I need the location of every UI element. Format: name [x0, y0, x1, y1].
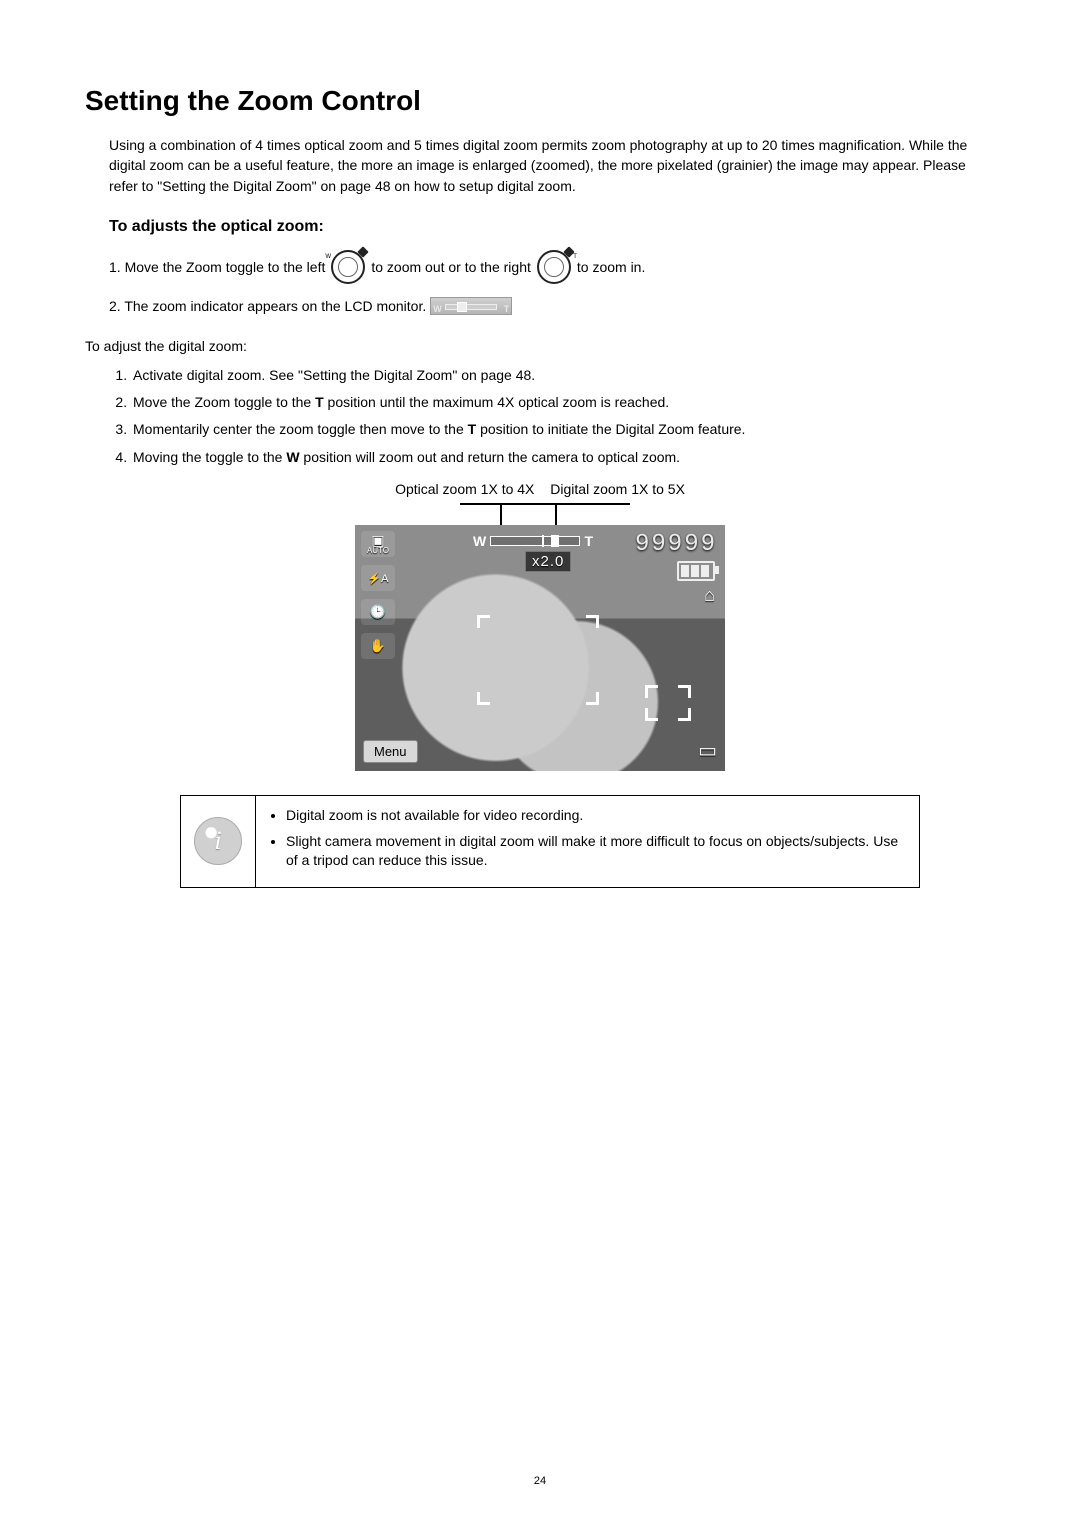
auto-label: AUTO: [367, 546, 389, 555]
zoom-dial-right-icon: T: [537, 250, 571, 284]
zoom-t-label: T: [584, 533, 593, 549]
face-detect-box-icon: [647, 687, 689, 719]
note-box: i Digital zoom is not available for vide…: [180, 795, 920, 888]
page-number: 24: [0, 1475, 1080, 1487]
mini-w: W: [433, 300, 442, 315]
page-title: Setting the Zoom Control: [85, 85, 995, 117]
note-item-1: Digital zoom is not available for video …: [286, 806, 905, 826]
step1-text-a: 1. Move the Zoom toggle to the left: [109, 253, 325, 281]
digital-steps-list: Activate digital zoom. See "Setting the …: [109, 362, 995, 471]
info-note-icon: i: [194, 817, 242, 865]
digital-step-1: Activate digital zoom. See "Setting the …: [131, 362, 995, 389]
stabilizer-off-icon: ✋: [361, 633, 395, 659]
lcd-left-icon-column: ▣ AUTO ⚡A 🕒 ✋: [361, 531, 395, 659]
zoom-dial-left-icon: W: [331, 250, 365, 284]
dial-t-label: T: [573, 254, 577, 260]
step2-text-a: 2. The zoom indicator appears on the LCD…: [109, 292, 426, 320]
optical-step-1: 1. Move the Zoom toggle to the left W to…: [109, 250, 995, 284]
step1-text-b: to zoom out or to the right: [371, 253, 531, 281]
digital-step-4: Moving the toggle to the W position will…: [131, 444, 995, 471]
zoom-range-labels: Optical zoom 1X to 4X Digital zoom 1X to…: [85, 481, 995, 497]
optical-step-2: 2. The zoom indicator appears on the LCD…: [109, 292, 995, 320]
lcd-zoom-bar: W T: [473, 535, 593, 547]
digital-step-3: Momentarily center the zoom toggle then …: [131, 416, 995, 443]
dial-w-label: W: [325, 254, 331, 260]
optical-zoom-heading: To adjusts the optical zoom:: [109, 218, 995, 236]
note-item-2: Slight camera movement in digital zoom w…: [286, 832, 905, 871]
self-timer-off-icon: 🕒: [361, 599, 395, 625]
zoom-multiplier-badge: x2.0: [525, 551, 571, 572]
memory-card-icon: ⌂: [704, 585, 715, 606]
optical-range-label: Optical zoom 1X to 4X: [395, 481, 534, 497]
remaining-shots-counter: 99999: [635, 531, 717, 558]
digital-zoom-subhead: To adjust the digital zoom:: [85, 338, 995, 354]
intro-paragraph: Using a combination of 4 times optical z…: [109, 135, 995, 196]
zoom-indicator-icon: W T: [430, 297, 512, 315]
zoom-w-label: W: [473, 533, 486, 549]
step1-text-c: to zoom in.: [577, 253, 645, 281]
digital-range-label: Digital zoom 1X to 5X: [550, 481, 685, 497]
flash-auto-icon: ⚡A: [361, 565, 395, 591]
battery-full-icon: [677, 561, 715, 581]
digital-step-2: Move the Zoom toggle to the T position u…: [131, 389, 995, 416]
mode-auto-icon: ▣ AUTO: [361, 531, 395, 557]
storage-icon: ▭: [698, 738, 715, 763]
menu-button-label: Menu: [363, 740, 418, 763]
lcd-illustration: ▣ AUTO ⚡A 🕒 ✋ W T x2.0 99999 ⌂: [355, 503, 725, 771]
focus-frame-icon: [479, 617, 597, 703]
mini-t: T: [504, 300, 510, 315]
